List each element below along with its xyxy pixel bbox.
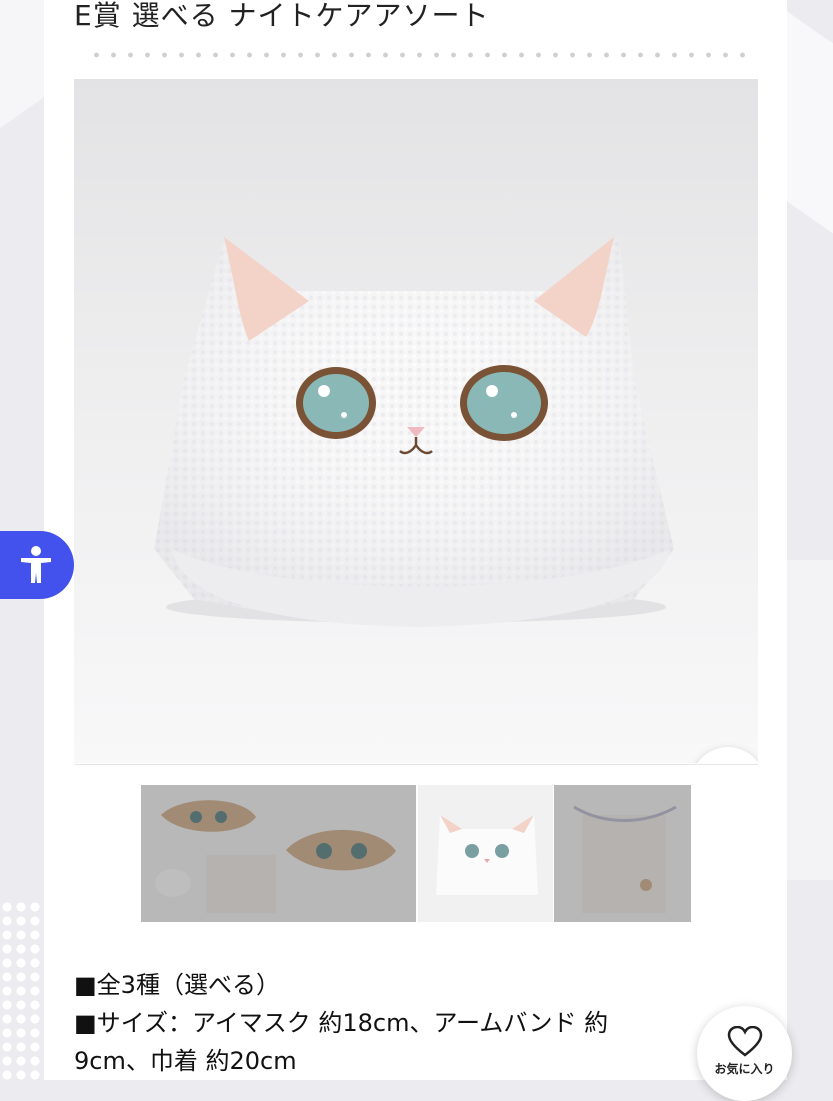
- cat-headband-illustration: [154, 237, 674, 627]
- background-shape: [0, 0, 50, 170]
- description-line: ■サイズ：アイマスク 約18cm、アームバンド 約: [74, 1009, 609, 1037]
- gallery-divider: [74, 764, 758, 765]
- thumbnail-overlay: [141, 785, 416, 922]
- cat-headband-thumbnail-image: [418, 785, 553, 922]
- thumbnail-drawstring-bag[interactable]: [554, 785, 691, 922]
- accessibility-button[interactable]: [0, 531, 74, 599]
- favorite-button[interactable]: お気に入り: [697, 1006, 792, 1101]
- description-line: 9cm、巾着 約20cm: [74, 1047, 297, 1075]
- heart-icon: [727, 1026, 763, 1057]
- background-shape: [783, 8, 833, 262]
- background-shape: [783, 560, 833, 880]
- product-description: ■全3種（選べる） ■サイズ：アイマスク 約18cm、アームバンド 約 9cm、…: [74, 966, 608, 1080]
- product-panel: E賞 選べる ナイトケアアソート ■全3種（選べる） ■サイズ：アイマスク 約1…: [44, 0, 787, 1080]
- thumbnail-overlay: [554, 785, 691, 922]
- product-title: E賞 選べる ナイトケアアソート: [74, 0, 490, 32]
- thumbnail-strip: [141, 785, 691, 922]
- dotted-divider: [88, 52, 753, 58]
- description-line: ■全3種（選べる）: [74, 971, 280, 999]
- favorite-label: お気に入り: [714, 1062, 775, 1076]
- background-dots: [0, 900, 46, 1080]
- accessibility-icon: [21, 546, 51, 583]
- thumbnail-cat-headband[interactable]: [418, 785, 553, 922]
- main-product-image[interactable]: [74, 79, 758, 763]
- thumbnail-eye-mask-set[interactable]: [141, 785, 416, 922]
